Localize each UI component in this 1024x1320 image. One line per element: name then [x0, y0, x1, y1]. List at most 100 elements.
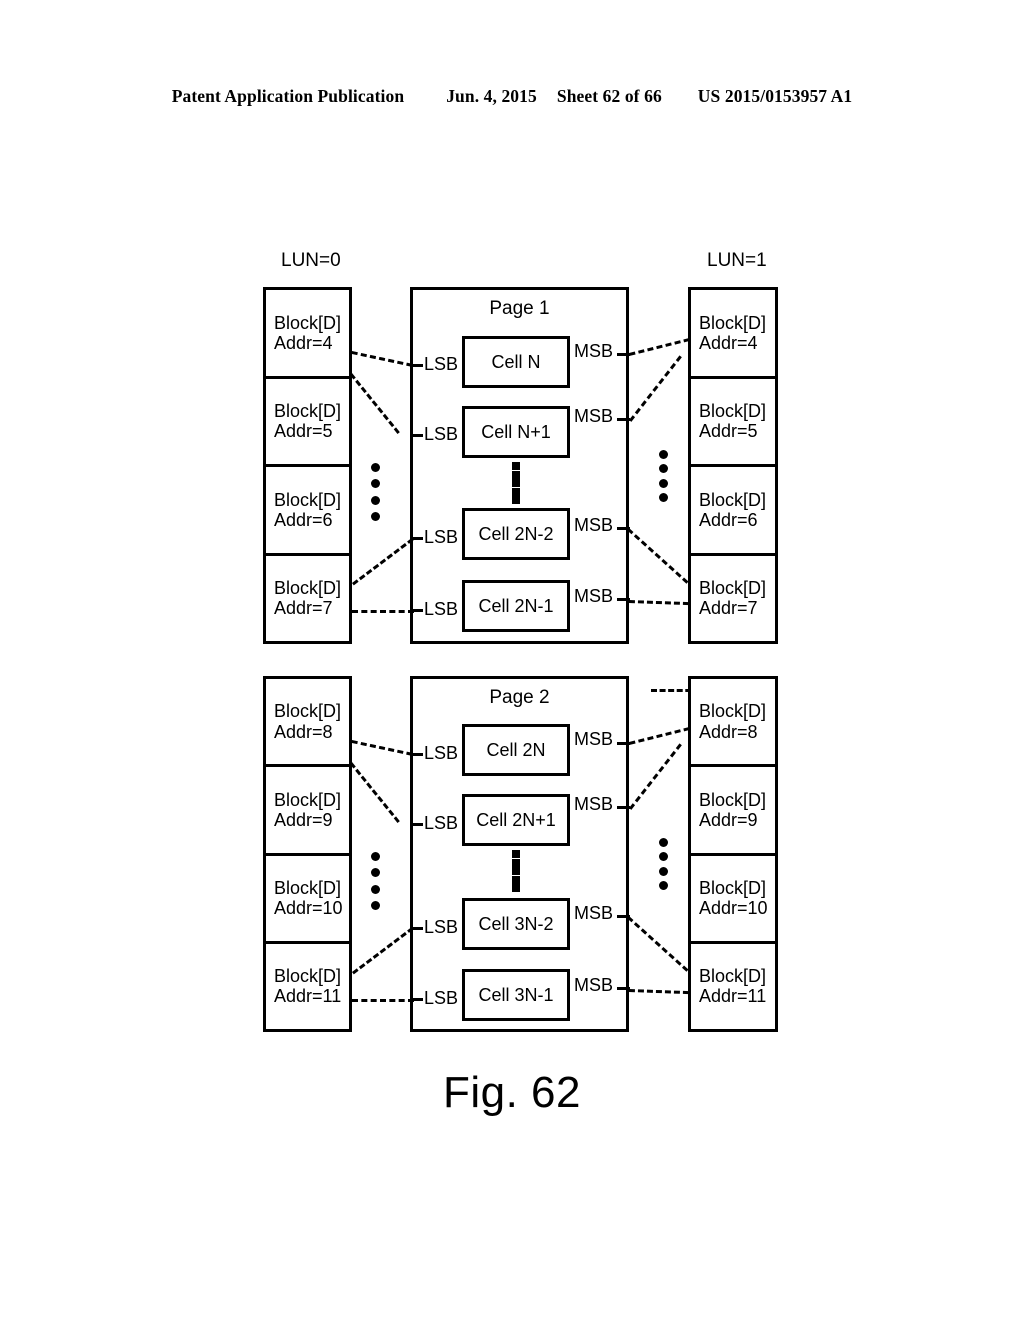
- connector-left: [349, 762, 400, 823]
- msb-label: MSB: [574, 794, 614, 814]
- block-label: Block[D]: [274, 877, 342, 898]
- msb-label: MSB: [574, 729, 614, 749]
- connector-left: [352, 610, 414, 613]
- msb-tick: [617, 353, 630, 356]
- block-addr: Addr=7: [699, 598, 758, 619]
- block-cell[interactable]: Block[D] Addr=8: [691, 679, 775, 768]
- lsb-label: LSB: [424, 988, 459, 1008]
- msb-label: MSB: [574, 406, 614, 426]
- connector-left: [352, 999, 414, 1002]
- block-column-right-page2: Block[D] Addr=8 Block[D] Addr=9 Block[D]…: [688, 676, 778, 1032]
- block-cell[interactable]: Block[D] Addr=4: [691, 290, 775, 379]
- cell-box[interactable]: Cell N+1: [462, 406, 570, 458]
- block-label: Block[D]: [274, 966, 342, 987]
- block-cell[interactable]: Block[D] Addr=7: [691, 556, 775, 642]
- block-label: Block[D]: [699, 401, 767, 422]
- lsb-label: LSB: [424, 813, 459, 833]
- block-cell[interactable]: Block[D] Addr=6: [266, 467, 349, 556]
- block-cell[interactable]: Block[D] Addr=5: [691, 379, 775, 467]
- block-cell[interactable]: Block[D] Addr=9: [691, 767, 775, 856]
- block-addr: Addr=9: [699, 809, 758, 830]
- block-label: Block[D]: [274, 789, 342, 810]
- ellipsis-dots-left-page2: [370, 852, 381, 910]
- lsb-tick: [410, 823, 423, 826]
- block-addr: Addr=8: [274, 721, 333, 742]
- ellipsis-dots-page2-cells: [511, 850, 520, 892]
- cell-box[interactable]: Cell 2N-1: [462, 580, 570, 632]
- block-label: Block[D]: [274, 401, 342, 422]
- ellipsis-dots-right-page2: [658, 838, 669, 890]
- block-label: Block[D]: [699, 789, 767, 810]
- block-cell[interactable]: Block[D] Addr=11: [691, 944, 775, 1029]
- block-addr: Addr=11: [699, 986, 767, 1007]
- block-column-left-page2: Block[D] Addr=8 Block[D] Addr=9 Block[D]…: [263, 676, 352, 1032]
- msb-label: MSB: [574, 341, 614, 361]
- block-cell[interactable]: Block[D] Addr=10: [266, 856, 349, 944]
- block-label: Block[D]: [274, 578, 342, 599]
- msb-label: MSB: [574, 515, 614, 535]
- connector-right: [628, 989, 689, 995]
- block-label: Block[D]: [274, 701, 342, 722]
- block-label: Block[D]: [699, 489, 767, 510]
- cell-label: Cell 2N+1: [476, 809, 556, 830]
- connector-left: [352, 537, 414, 586]
- cell-label: Cell 2N-1: [478, 595, 554, 616]
- cell-box[interactable]: Cell 2N-2: [462, 508, 570, 560]
- cell-label: Cell 2N-2: [478, 523, 554, 544]
- block-addr: Addr=11: [274, 986, 342, 1007]
- connector-right: [629, 355, 682, 422]
- lsb-label: LSB: [424, 917, 459, 937]
- connector-right: [629, 743, 682, 810]
- block-label: Block[D]: [699, 578, 767, 599]
- figure-caption: Fig. 62: [442, 1068, 581, 1117]
- lsb-tick: [410, 434, 423, 437]
- connector-right: [629, 727, 690, 745]
- cell-box[interactable]: Cell 2N: [462, 724, 570, 776]
- block-addr: Addr=8: [699, 721, 758, 742]
- block-addr: Addr=4: [274, 332, 333, 353]
- connector-left: [351, 351, 413, 367]
- block-column-right-page1: Block[D] Addr=4 Block[D] Addr=5 Block[D]…: [688, 287, 778, 644]
- cell-box[interactable]: Cell N: [462, 336, 570, 388]
- msb-label: MSB: [574, 586, 614, 606]
- patent-figure: LUN=0 LUN=1 Block[D] Addr=4 Block[D] Add…: [0, 0, 1024, 1320]
- cell-box[interactable]: Cell 3N-2: [462, 898, 570, 950]
- block-addr: Addr=6: [699, 509, 758, 530]
- connector-right: [628, 600, 689, 606]
- block-addr: Addr=7: [274, 598, 333, 619]
- connector-left: [351, 740, 413, 756]
- block-cell[interactable]: Block[D] Addr=5: [266, 379, 349, 467]
- ellipsis-dots-right-page1: [658, 450, 669, 502]
- lsb-label: LSB: [424, 743, 459, 763]
- lsb-label: LSB: [424, 527, 459, 547]
- page-title: Page 2: [489, 687, 550, 708]
- cell-label: Cell N+1: [481, 421, 551, 442]
- block-addr: Addr=6: [274, 509, 333, 530]
- lun-left-label: LUN=0: [281, 250, 341, 271]
- cell-box[interactable]: Cell 3N-1: [462, 969, 570, 1021]
- block-cell[interactable]: Block[D] Addr=8: [266, 679, 349, 768]
- block-addr: Addr=5: [274, 421, 333, 442]
- block-cell[interactable]: Block[D] Addr=9: [266, 767, 349, 856]
- block-cell[interactable]: Block[D] Addr=6: [691, 467, 775, 556]
- block-cell[interactable]: Block[D] Addr=4: [266, 290, 349, 379]
- block-cell[interactable]: Block[D] Addr=7: [266, 556, 349, 642]
- block-cell[interactable]: Block[D] Addr=11: [266, 944, 349, 1029]
- block-cell[interactable]: Block[D] Addr=10: [691, 856, 775, 944]
- cell-box[interactable]: Cell 2N+1: [462, 794, 570, 846]
- msb-tick: [617, 742, 630, 745]
- cell-label: Cell N: [491, 351, 541, 372]
- lsb-label: LSB: [424, 424, 459, 444]
- cell-label: Cell 3N-2: [478, 913, 554, 934]
- connector-left: [352, 926, 414, 975]
- connector-right: [626, 528, 689, 584]
- ellipsis-dots-page1-cells: [511, 462, 520, 504]
- block-column-left-page1: Block[D] Addr=4 Block[D] Addr=5 Block[D]…: [263, 287, 352, 644]
- block-addr: Addr=10: [699, 898, 768, 919]
- block-addr: Addr=5: [699, 421, 758, 442]
- block-addr: Addr=9: [274, 809, 333, 830]
- block-addr: Addr=10: [274, 898, 343, 919]
- block-label: Block[D]: [699, 877, 767, 898]
- page-title: Page 1: [489, 298, 550, 319]
- block-label: Block[D]: [274, 489, 342, 510]
